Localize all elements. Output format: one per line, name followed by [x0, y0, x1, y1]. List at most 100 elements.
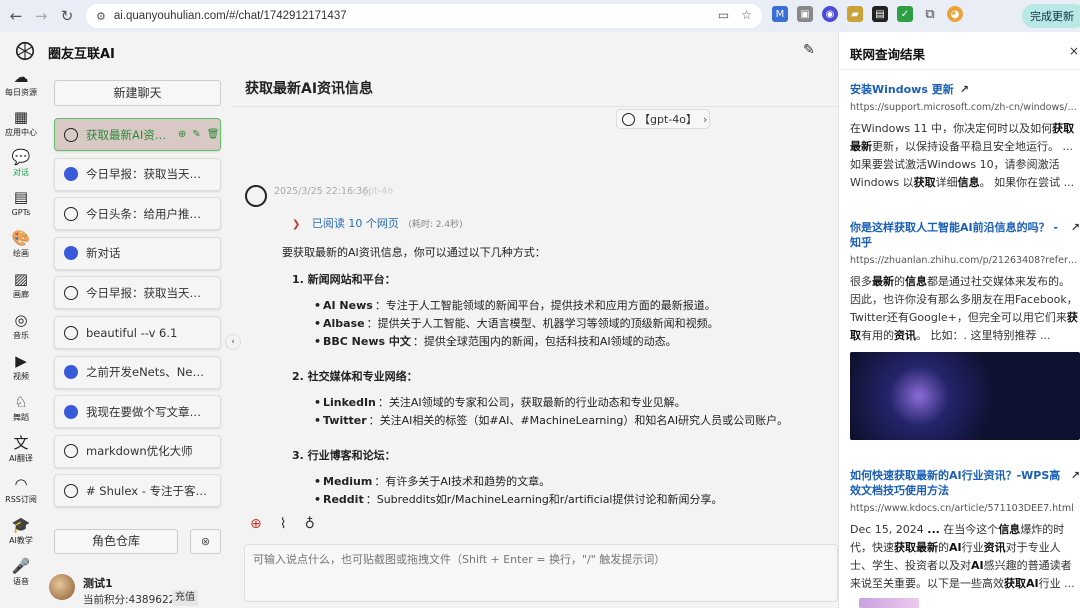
session-title: 我现在要做个写文章的Ag... — [86, 404, 208, 419]
grid-icon: ▦ — [13, 108, 29, 126]
new-chat-button[interactable]: 新建聊天 — [54, 80, 221, 106]
rail-rss[interactable]: ◠ RSS订阅 — [0, 475, 42, 515]
music-icon: ◎ — [14, 311, 28, 329]
add-icon[interactable]: ⊕ — [178, 129, 186, 140]
openai-logo-icon — [15, 41, 35, 61]
clear-brush-icon[interactable]: ✎ — [803, 42, 815, 58]
openai-logo-icon — [64, 444, 78, 459]
rail-label: 画廊 — [13, 290, 29, 299]
session-title: 新对话 — [86, 246, 121, 261]
rail-translate[interactable]: 文 AI翻译 — [0, 434, 42, 474]
session-item[interactable]: 新对话 — [54, 236, 221, 270]
close-icon[interactable]: × — [1069, 44, 1079, 58]
extension-m-icon[interactable]: M — [772, 6, 788, 22]
site-settings-icon[interactable]: ⚙ — [96, 10, 106, 23]
reload-icon[interactable]: ↻ — [56, 5, 78, 27]
read-time: (耗时: 2.4秒) — [408, 220, 463, 230]
rail-gpts[interactable]: ▤ GPTs — [0, 188, 42, 228]
session-item[interactable]: 今日早报：获取当天全球... — [54, 276, 221, 310]
message-input[interactable] — [253, 551, 829, 595]
session-item[interactable]: 之前开发eNets、NetsCli... — [54, 355, 221, 389]
delete-icon[interactable]: 🗑 — [207, 129, 220, 140]
avatar[interactable] — [49, 574, 75, 600]
cast-icon[interactable]: ▭ — [718, 8, 729, 22]
rail-label: GPTs — [11, 208, 31, 217]
rail-music[interactable]: ◎ 音乐 — [0, 311, 42, 351]
profile-avatar-icon[interactable]: ◕ — [947, 6, 963, 22]
session-item[interactable]: 今日早报：获取当天全球... — [54, 157, 221, 191]
external-link-icon[interactable]: ↗ — [1071, 468, 1080, 483]
rail-teaching[interactable]: 🎓 AI教学 — [0, 516, 42, 556]
web-search-globe-icon[interactable]: ⊕ — [250, 516, 262, 532]
session-item[interactable]: beautiful --v 6.1 — [54, 316, 221, 349]
bullet: • — [314, 299, 322, 312]
item-name: AI News — [323, 299, 373, 312]
attach-paperclip-icon[interactable]: ⌇ — [280, 516, 287, 532]
rail-label: 视频 — [13, 372, 29, 381]
clear-sessions-button[interactable]: ⊗ — [190, 529, 221, 554]
rail-label: AI教学 — [9, 536, 33, 545]
web-read-toggle[interactable]: ❯ 已阅读 10 个网页 (耗时: 2.4秒) — [292, 215, 463, 231]
update-button[interactable]: 完成更新 — [1022, 4, 1080, 28]
assistant-avatar-icon — [245, 185, 267, 207]
rail-daily-resources[interactable]: ☁ 每日资源 — [0, 68, 42, 108]
extension-copy-icon[interactable]: ▣ — [797, 6, 813, 22]
rail-label: 音乐 — [13, 331, 29, 340]
edit-icon[interactable]: ✎ — [192, 129, 200, 140]
result-snippet: 很多最新的信息都是通过社交媒体来发布的。因此，也许你没有那么多朋友在用Faceb… — [850, 275, 1078, 342]
rail-voice[interactable]: 🎤 语音 — [0, 557, 42, 597]
icon-rail: ☁ 每日资源 ▦ 应用中心 💬 对话 ▤ GPTs 🎨 绘画 ▨ 画廊 ◎ 音乐 ▶ 视频 ♘ 舞蹈文 AI翻译 ◠ R… — [0, 68, 42, 608]
chevron-right-icon: ❯ — [292, 219, 301, 230]
rail-dance[interactable]: ♘ 舞蹈 — [0, 393, 42, 433]
rail-chat[interactable]: 💬 对话 — [0, 148, 42, 188]
openai-logo-icon — [64, 285, 78, 300]
model-selector[interactable]: 【gpt-4o】 › — [616, 109, 710, 129]
url-text: ai.quanyouhulian.com/#/chat/174291217143… — [113, 10, 347, 22]
back-icon[interactable]: ← — [5, 5, 27, 27]
session-item[interactable]: 我现在要做个写文章的Ag... — [54, 395, 221, 429]
extension-folder-icon[interactable]: ▰ — [847, 6, 863, 22]
external-link-icon[interactable]: ↗ — [1071, 220, 1080, 235]
user-name: 测试1 — [83, 577, 113, 590]
microphone-icon[interactable]: ♁ — [305, 516, 315, 532]
graduation-cap-icon: 🎓 — [11, 516, 31, 534]
bookmark-star-icon[interactable]: ☆ — [741, 8, 752, 22]
session-item[interactable]: # Shulex - 专注于客户之... — [54, 474, 221, 508]
external-link-icon[interactable]: ↗ — [960, 83, 969, 96]
bot-avatar-icon — [64, 404, 78, 419]
session-title: 获取最新AI资讯信息 — [86, 127, 176, 142]
section-heading: 2. 社交媒体和专业网络： — [292, 370, 418, 383]
result-title-link[interactable]: 你是这样获取人工智能AI前沿信息的吗？ - 知乎 ↗ — [850, 220, 1080, 250]
result-title-link[interactable]: 如何快速获取最新的AI行业资讯？-WPS高效文档技巧使用方法 ↗ — [850, 468, 1080, 498]
openai-logo-icon — [64, 325, 78, 340]
list-item: • AI News ：专注于人工智能领域的新闻平台，提供技术和应用方面的最新报道。 — [314, 297, 827, 315]
rail-gallery[interactable]: ▨ 画廊 — [0, 270, 42, 310]
address-bar[interactable]: ⚙ ai.quanyouhulian.com/#/chat/1742912171… — [86, 4, 762, 28]
extensions-puzzle-icon[interactable]: ⧉ — [922, 6, 938, 22]
item-name: Reddit — [323, 493, 364, 506]
collapse-sidebar-button[interactable]: ‹ — [225, 334, 241, 350]
input-toolbar: ⊕ ⌇ ♁ — [250, 516, 315, 532]
extension-shield-icon[interactable]: ✓ — [897, 6, 913, 22]
session-item[interactable]: 今日头条：给用户推荐当... — [54, 197, 221, 231]
rail-painting[interactable]: 🎨 绘画 — [0, 229, 42, 269]
item-text: ：Subreddits如r/MachineLearning和r/artifici… — [365, 493, 723, 506]
divider — [232, 106, 838, 107]
session-panel: 新建聊天 获取最新AI资讯信息⊕ ✎ 🗑 今日早报：获取当天全球... 今日头条：给用户… — [42, 68, 232, 608]
session-item[interactable]: markdown优化大师 — [54, 434, 221, 468]
recharge-button[interactable]: 充值 — [172, 590, 198, 606]
list-item: • Twitter ：关注AI相关的标签（如#AI、#MachineLearning… — [314, 412, 827, 430]
forward-icon[interactable]: → — [30, 5, 52, 27]
extension-grid-icon[interactable]: ▤ — [872, 6, 888, 22]
session-item[interactable]: 获取最新AI资讯信息⊕ ✎ 🗑 — [54, 118, 221, 151]
session-title: beautiful --v 6.1 — [86, 325, 178, 340]
rail-app-center[interactable]: ▦ 应用中心 — [0, 108, 42, 148]
microphone-icon: 🎤 — [11, 557, 31, 575]
result-url: https://support.microsoft.com/zh-cn/wind… — [850, 102, 1080, 113]
list-item: • BBC News 中文 ：提供全球范围内的新闻，包括科技和AI领域的动态。 — [314, 333, 827, 351]
extension-face-icon[interactable]: ◉ — [822, 6, 838, 22]
result-title-link[interactable]: 安装Windows 更新 ↗ — [850, 82, 1080, 97]
role-library-button[interactable]: 角色仓库 — [54, 529, 178, 554]
rail-video[interactable]: ▶ 视频 — [0, 352, 42, 392]
cloud-download-icon: ☁ — [13, 68, 29, 86]
